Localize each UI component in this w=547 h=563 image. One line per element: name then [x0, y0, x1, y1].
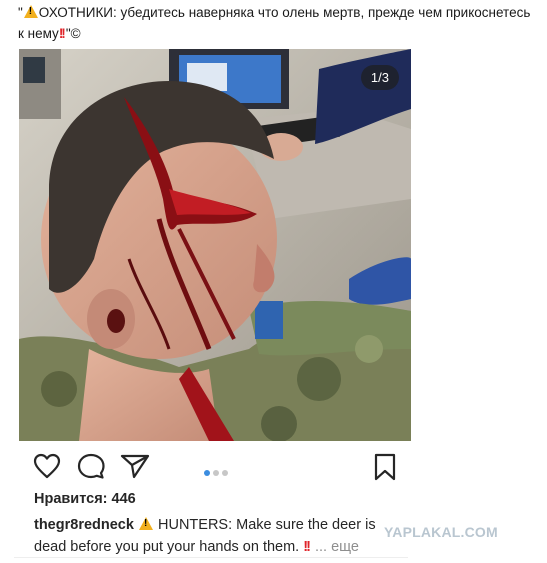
site-watermark: YAPLAKAL.COM [384, 524, 498, 540]
carousel-dots [202, 463, 229, 481]
double-exclamation-icon: !! [303, 539, 311, 555]
likes-count[interactable]: Нравится: 446 [34, 491, 136, 507]
warning-icon [138, 517, 153, 530]
post-description: thegr8redneck HUNTERS: Make sure the dee… [34, 514, 406, 558]
instagram-post-card: 1/3 Нравится: 446 thegr8redneck HUNTERS:… [19, 49, 411, 561]
carousel-dot[interactable] [212, 470, 219, 476]
double-exclamation-icon: !! [58, 26, 66, 41]
post-action-bar [19, 449, 411, 483]
comment-icon[interactable] [77, 453, 105, 484]
carousel-dot-active[interactable] [203, 470, 210, 476]
caption-text: ОХОТНИКИ: убедитесь наверняка что олень … [18, 5, 531, 41]
carousel-dot[interactable] [221, 470, 228, 476]
warning-icon [23, 5, 38, 18]
caption-quote-close: "© [65, 26, 81, 41]
divider [14, 557, 408, 558]
post-username[interactable]: thegr8redneck [34, 517, 134, 533]
post-photo[interactable]: 1/3 [19, 49, 411, 441]
share-icon[interactable] [120, 453, 150, 484]
post-caption: "ОХОТНИКИ: убедитесь наверняка что олень… [18, 2, 533, 44]
bookmark-icon[interactable] [373, 453, 397, 486]
heart-icon[interactable] [33, 453, 61, 484]
photo-counter: 1/3 [360, 65, 399, 90]
more-link[interactable]: ... еще [315, 539, 359, 555]
injured-hunter-photo [19, 49, 411, 441]
caption-quote-open: " [18, 5, 23, 20]
